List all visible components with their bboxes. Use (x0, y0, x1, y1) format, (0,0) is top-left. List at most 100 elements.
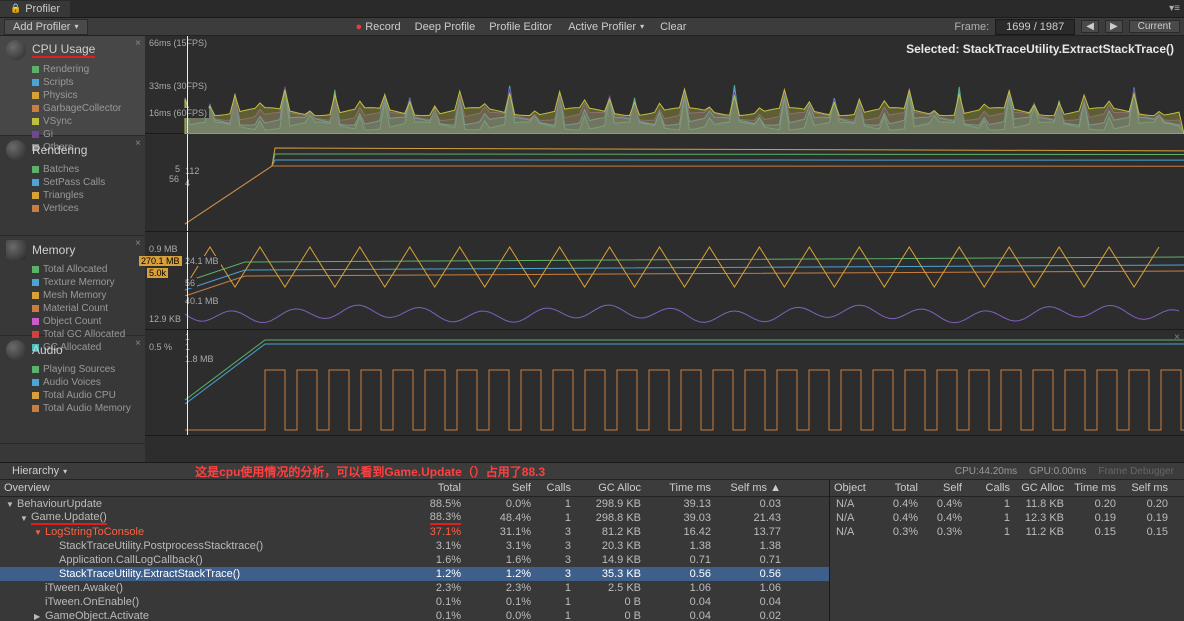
chart-axis-label: 40.1 MB (183, 296, 221, 306)
legend-color-icon (32, 318, 39, 325)
col-total[interactable]: Total (395, 482, 465, 494)
legend-item[interactable]: Vertices (32, 202, 139, 215)
chart-axis-label: 270.1 MB (139, 256, 182, 266)
expand-icon[interactable]: ▼ (34, 528, 42, 537)
active-profiler-dropdown[interactable]: Active Profiler (560, 20, 652, 34)
cpu-module[interactable]: × CPU Usage RenderingScriptsPhysicsGarba… (0, 36, 145, 136)
legend-label: Playing Sources (43, 363, 115, 376)
next-frame-button[interactable]: ▶ (1105, 20, 1123, 33)
col-gcalloc[interactable]: GC Alloc (1014, 482, 1068, 494)
hierarchy-dropdown[interactable]: Hierarchy (4, 464, 75, 478)
expand-icon[interactable]: ▼ (20, 514, 28, 523)
memory-module[interactable]: × Memory Total AllocatedTexture MemoryMe… (0, 236, 145, 336)
legend-label: Total Audio Memory (43, 402, 131, 415)
legend-item[interactable]: Scripts (32, 76, 139, 89)
legend-item[interactable]: VSync (32, 115, 139, 128)
rendering-module[interactable]: × Rendering BatchesSetPass CallsTriangle… (0, 136, 145, 236)
legend-item[interactable]: Total Audio CPU (32, 389, 139, 402)
expand-icon[interactable]: ▶ (34, 612, 42, 621)
legend-label: Mesh Memory (43, 289, 106, 302)
legend-item[interactable]: GarbageCollector (32, 102, 139, 115)
col-object[interactable]: Object (830, 482, 878, 494)
legend-item[interactable]: Mesh Memory (32, 289, 139, 302)
legend-item[interactable]: Playing Sources (32, 363, 139, 376)
table-row[interactable]: N/A 0.3% 0.3% 1 11.2 KB 0.15 0.15 (830, 525, 1184, 539)
memory-title: Memory (32, 243, 75, 257)
legend-item[interactable]: Material Count (32, 302, 139, 315)
hierarchy-table[interactable]: Overview Total Self Calls GC Alloc Time … (0, 480, 829, 621)
legend-item[interactable]: Total Audio Memory (32, 402, 139, 415)
legend-item[interactable]: Audio Voices (32, 376, 139, 389)
legend-item[interactable]: Total Allocated (32, 263, 139, 276)
frame-input[interactable] (995, 19, 1075, 35)
frame-debugger-button[interactable]: Frame Debugger (1098, 466, 1174, 477)
table-row[interactable]: N/A 0.4% 0.4% 1 11.8 KB 0.20 0.20 (830, 497, 1184, 511)
legend-item[interactable]: Rendering (32, 63, 139, 76)
legend-item[interactable]: Physics (32, 89, 139, 102)
legend-label: Total Audio CPU (43, 389, 116, 402)
prev-frame-button[interactable]: ◀ (1081, 20, 1099, 33)
legend-item[interactable]: SetPass Calls (32, 176, 139, 189)
table-row[interactable]: Application.CallLogCallback() 1.6% 1.6% … (0, 553, 829, 567)
profile-editor-button[interactable]: Profile Editor (483, 20, 558, 34)
rendering-chart[interactable]: 5561124 (145, 134, 1184, 232)
close-icon[interactable]: × (135, 338, 141, 349)
legend-item[interactable]: Batches (32, 163, 139, 176)
close-icon[interactable]: × (135, 38, 141, 49)
charts-area[interactable]: Selected: StackTraceUtility.ExtractStack… (145, 36, 1184, 462)
memory-chart[interactable]: 0.9 MB270.1 MB5.0k24.1 MB5640.1 MB12.9 K… (145, 232, 1184, 330)
deep-profile-button[interactable]: Deep Profile (409, 20, 482, 34)
playhead[interactable] (187, 36, 188, 133)
col-total[interactable]: Total (878, 482, 922, 494)
table-row[interactable]: ▶GameObject.Activate 0.1% 0.0% 1 0 B 0.0… (0, 609, 829, 621)
audio-chart[interactable]: 10.5 %11.8 MB × (145, 330, 1184, 436)
table-row[interactable]: ▼LogStringToConsole 37.1% 31.1% 3 81.2 K… (0, 525, 829, 539)
legend-color-icon (32, 166, 39, 173)
col-calls[interactable]: Calls (535, 482, 575, 494)
playhead[interactable] (187, 134, 188, 231)
legend-color-icon (32, 292, 39, 299)
table-row[interactable]: StackTraceUtility.PostprocessStacktrace(… (0, 539, 829, 553)
table-row[interactable]: ▼BehaviourUpdate 88.5% 0.0% 1 298.9 KB 3… (0, 497, 829, 511)
col-self[interactable]: Self (922, 482, 966, 494)
col-overview[interactable]: Overview (0, 482, 395, 494)
legend-item[interactable]: Triangles (32, 189, 139, 202)
audio-module[interactable]: × Audio Playing SourcesAudio VoicesTotal… (0, 336, 145, 444)
object-table[interactable]: Object Total Self Calls GC Alloc Time ms… (829, 480, 1184, 621)
close-icon[interactable]: × (135, 138, 141, 149)
col-timems[interactable]: Time ms (645, 482, 715, 494)
expand-icon[interactable]: ▼ (6, 500, 14, 509)
playhead[interactable] (187, 330, 188, 435)
legend-item[interactable]: Texture Memory (32, 276, 139, 289)
col-calls[interactable]: Calls (966, 482, 1014, 494)
current-button[interactable]: Current (1129, 20, 1180, 33)
window-menu-icon[interactable]: ▾≡ (1165, 3, 1184, 14)
legend-item[interactable]: Object Count (32, 315, 139, 328)
record-button[interactable]: Record (350, 20, 407, 34)
bottom-panel: × Hierarchy 这是cpu使用情况的分析，可以看到Game.Update… (0, 462, 1184, 621)
add-profiler-dropdown[interactable]: Add Profiler (4, 19, 88, 35)
table-row[interactable]: N/A 0.4% 0.4% 1 12.3 KB 0.19 0.19 (830, 511, 1184, 525)
col-self[interactable]: Self (465, 482, 535, 494)
col-timems[interactable]: Time ms (1068, 482, 1120, 494)
col-gcalloc[interactable]: GC Alloc (575, 482, 645, 494)
legend-color-icon (32, 79, 39, 86)
col-selfms[interactable]: Self ms (1120, 482, 1172, 494)
profiler-tab[interactable]: 🔒 Profiler (0, 1, 70, 17)
table-row[interactable]: StackTraceUtility.ExtractStackTrace() 1.… (0, 567, 829, 581)
selected-text: Selected: StackTraceUtility.ExtractStack… (906, 42, 1174, 56)
legend-label: SetPass Calls (43, 176, 105, 189)
table-row[interactable]: iTween.Awake() 2.3% 2.3% 1 2.5 KB 1.06 1… (0, 581, 829, 595)
close-icon[interactable]: × (1174, 332, 1180, 343)
chart-axis-label: 66ms (15FPS) (147, 38, 209, 48)
table-row[interactable]: ▼Game.Update() 88.3% 48.4% 1 298.8 KB 39… (0, 511, 829, 525)
frame-label: Frame: (954, 21, 989, 33)
cpu-icon (6, 40, 26, 60)
clear-button[interactable]: Clear (654, 20, 692, 34)
table-row[interactable]: iTween.OnEnable() 0.1% 0.1% 1 0 B 0.04 0… (0, 595, 829, 609)
close-icon[interactable]: × (135, 238, 141, 249)
playhead[interactable] (187, 232, 188, 329)
col-selfms[interactable]: Self ms ▲ (715, 482, 785, 494)
legend-color-icon (32, 192, 39, 199)
gpu-stat: GPU:0.00ms (1029, 466, 1086, 477)
